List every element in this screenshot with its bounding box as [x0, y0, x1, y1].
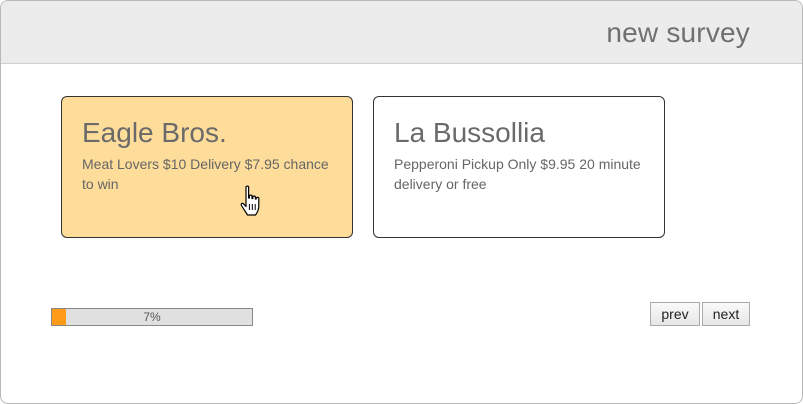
option-title: La Bussollia [394, 117, 545, 148]
header-bar: new survey [1, 1, 802, 64]
hand-pointer-icon [240, 185, 260, 216]
progress-label: 7% [143, 310, 161, 324]
page-title: new survey [606, 17, 750, 48]
progress-bar: 7% [51, 308, 253, 326]
option-title: Eagle Bros. [82, 117, 227, 148]
option-card-la-bussollia[interactable]: La Bussollia Pepperoni Pickup Only $9.95… [373, 96, 665, 238]
next-button[interactable]: next [702, 302, 750, 326]
option-description: Pepperoni Pickup Only $9.95 20 minute de… [394, 156, 641, 192]
option-card-eagle-bros[interactable]: Eagle Bros. Meat Lovers $10 Delivery $7.… [61, 96, 353, 238]
survey-window: new survey Eagle Bros. Meat Lovers $10 D… [0, 0, 803, 404]
option-description: Meat Lovers $10 Delivery $7.95 chance to… [82, 156, 329, 192]
prev-button[interactable]: prev [650, 302, 700, 326]
